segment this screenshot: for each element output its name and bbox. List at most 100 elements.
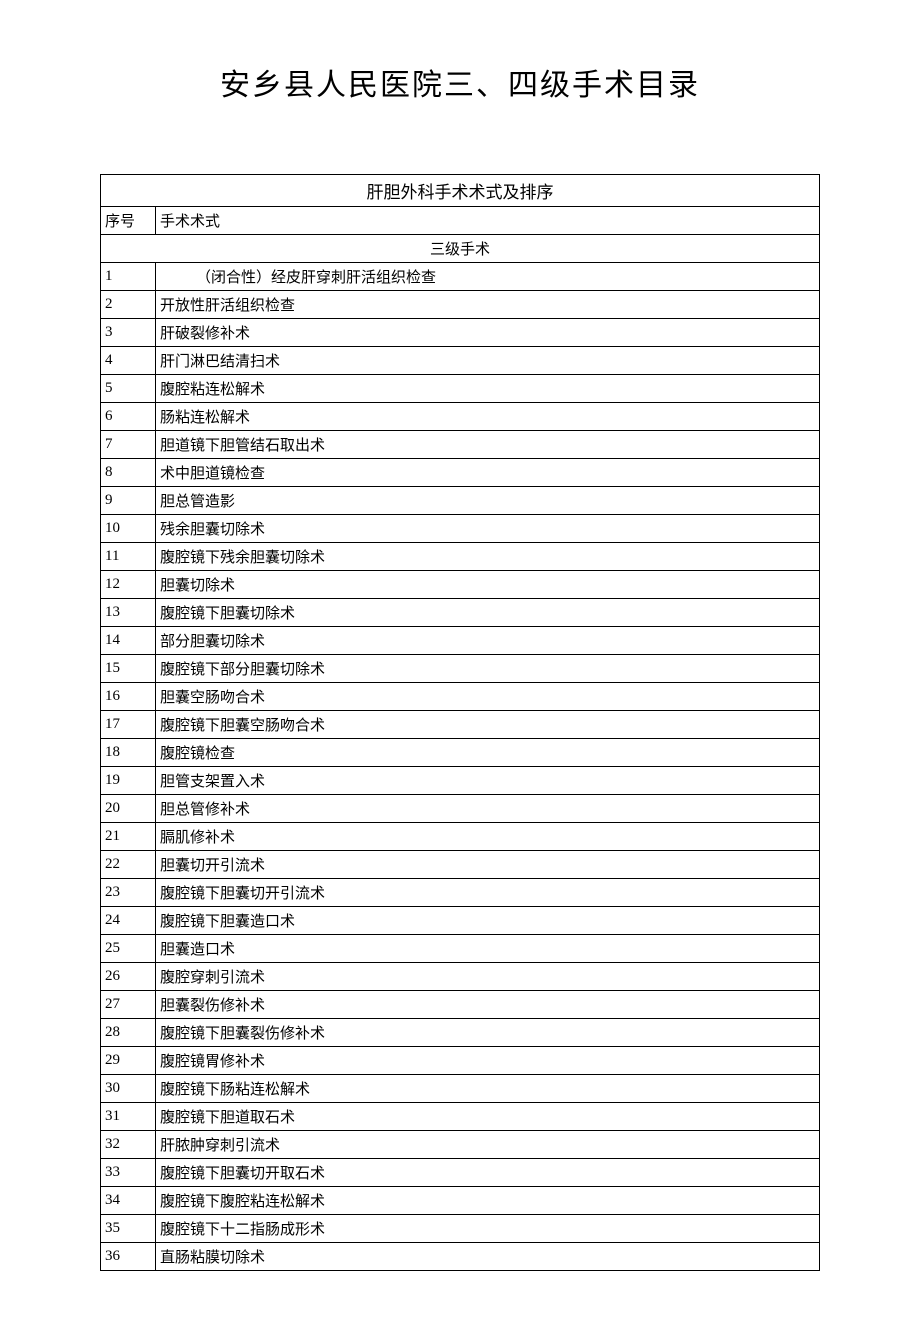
table-row: 18腹腔镜检查 <box>101 739 820 767</box>
table-header-row: 肝胆外科手术术式及排序 <box>101 175 820 207</box>
table-row: 26腹腔穿刺引流术 <box>101 963 820 991</box>
proc-cell: 膈肌修补术 <box>156 823 820 851</box>
proc-cell: 腹腔穿刺引流术 <box>156 963 820 991</box>
proc-cell: 胆囊空肠吻合术 <box>156 683 820 711</box>
seq-cell: 34 <box>101 1187 156 1215</box>
proc-cell: 肝脓肿穿刺引流术 <box>156 1131 820 1159</box>
seq-cell: 14 <box>101 627 156 655</box>
proc-cell: （闭合性）经皮肝穿刺肝活组织检查 <box>156 263 820 291</box>
seq-cell: 29 <box>101 1047 156 1075</box>
table-row: 3肝破裂修补术 <box>101 319 820 347</box>
seq-cell: 1 <box>101 263 156 291</box>
seq-cell: 4 <box>101 347 156 375</box>
seq-cell: 35 <box>101 1215 156 1243</box>
proc-cell: 腹腔镜检查 <box>156 739 820 767</box>
table-row: 33腹腔镜下胆囊切开取石术 <box>101 1159 820 1187</box>
table-row: 9胆总管造影 <box>101 487 820 515</box>
seq-cell: 17 <box>101 711 156 739</box>
table-row: 2开放性肝活组织检查 <box>101 291 820 319</box>
proc-cell: 肝破裂修补术 <box>156 319 820 347</box>
seq-cell: 7 <box>101 431 156 459</box>
seq-cell: 15 <box>101 655 156 683</box>
proc-cell: 腹腔镜下残余胆囊切除术 <box>156 543 820 571</box>
surgery-table: 肝胆外科手术术式及排序 序号 手术术式 三级手术 1（闭合性）经皮肝穿刺肝活组织… <box>100 174 820 1271</box>
section-label: 三级手术 <box>101 235 820 263</box>
seq-cell: 16 <box>101 683 156 711</box>
proc-cell: 部分胆囊切除术 <box>156 627 820 655</box>
seq-cell: 22 <box>101 851 156 879</box>
seq-cell: 23 <box>101 879 156 907</box>
table-row: 17腹腔镜下胆囊空肠吻合术 <box>101 711 820 739</box>
seq-cell: 2 <box>101 291 156 319</box>
table-row: 4肝门淋巴结清扫术 <box>101 347 820 375</box>
proc-cell: 腹腔镜下胆囊空肠吻合术 <box>156 711 820 739</box>
table-row: 11腹腔镜下残余胆囊切除术 <box>101 543 820 571</box>
seq-cell: 28 <box>101 1019 156 1047</box>
table-row: 14部分胆囊切除术 <box>101 627 820 655</box>
proc-cell: 胆囊切开引流术 <box>156 851 820 879</box>
seq-cell: 26 <box>101 963 156 991</box>
proc-cell: 直肠粘膜切除术 <box>156 1243 820 1271</box>
seq-cell: 33 <box>101 1159 156 1187</box>
table-row: 5腹腔粘连松解术 <box>101 375 820 403</box>
proc-cell: 肝门淋巴结清扫术 <box>156 347 820 375</box>
table-row: 28腹腔镜下胆囊裂伤修补术 <box>101 1019 820 1047</box>
proc-cell: 胆总管修补术 <box>156 795 820 823</box>
seq-cell: 21 <box>101 823 156 851</box>
proc-cell: 残余胆囊切除术 <box>156 515 820 543</box>
table-row: 25胆囊造口术 <box>101 935 820 963</box>
table-row: 19胆管支架置入术 <box>101 767 820 795</box>
proc-cell: 胆道镜下胆管结石取出术 <box>156 431 820 459</box>
table-row: 36直肠粘膜切除术 <box>101 1243 820 1271</box>
proc-cell: 腹腔镜下部分胆囊切除术 <box>156 655 820 683</box>
seq-cell: 19 <box>101 767 156 795</box>
table-row: 8术中胆道镜检查 <box>101 459 820 487</box>
col-seq-header: 序号 <box>101 207 156 235</box>
proc-cell: 胆总管造影 <box>156 487 820 515</box>
page-title: 安乡县人民医院三、四级手术目录 <box>100 60 820 104</box>
table-row: 7胆道镜下胆管结石取出术 <box>101 431 820 459</box>
proc-cell: 腹腔镜下胆囊切开引流术 <box>156 879 820 907</box>
table-row: 30腹腔镜下肠粘连松解术 <box>101 1075 820 1103</box>
table-row: 29腹腔镜胃修补术 <box>101 1047 820 1075</box>
column-header-row: 序号 手术术式 <box>101 207 820 235</box>
seq-cell: 36 <box>101 1243 156 1271</box>
seq-cell: 12 <box>101 571 156 599</box>
table-row: 6肠粘连松解术 <box>101 403 820 431</box>
proc-cell: 腹腔镜下腹腔粘连松解术 <box>156 1187 820 1215</box>
proc-cell: 腹腔镜下胆囊造口术 <box>156 907 820 935</box>
table-row: 1（闭合性）经皮肝穿刺肝活组织检查 <box>101 263 820 291</box>
seq-cell: 25 <box>101 935 156 963</box>
table-row: 21膈肌修补术 <box>101 823 820 851</box>
col-proc-header: 手术术式 <box>156 207 820 235</box>
seq-cell: 24 <box>101 907 156 935</box>
seq-cell: 32 <box>101 1131 156 1159</box>
seq-cell: 8 <box>101 459 156 487</box>
table-row: 13腹腔镜下胆囊切除术 <box>101 599 820 627</box>
proc-cell: 胆囊切除术 <box>156 571 820 599</box>
table-row: 10残余胆囊切除术 <box>101 515 820 543</box>
table-row: 32肝脓肿穿刺引流术 <box>101 1131 820 1159</box>
table-row: 20胆总管修补术 <box>101 795 820 823</box>
proc-cell: 胆囊裂伤修补术 <box>156 991 820 1019</box>
proc-cell: 腹腔镜胃修补术 <box>156 1047 820 1075</box>
proc-cell: 肠粘连松解术 <box>156 403 820 431</box>
proc-cell: 开放性肝活组织检查 <box>156 291 820 319</box>
table-row: 23腹腔镜下胆囊切开引流术 <box>101 879 820 907</box>
proc-cell: 腹腔镜下胆囊裂伤修补术 <box>156 1019 820 1047</box>
seq-cell: 13 <box>101 599 156 627</box>
table-row: 16胆囊空肠吻合术 <box>101 683 820 711</box>
seq-cell: 6 <box>101 403 156 431</box>
table-header: 肝胆外科手术术式及排序 <box>101 175 820 207</box>
table-row: 35腹腔镜下十二指肠成形术 <box>101 1215 820 1243</box>
section-row: 三级手术 <box>101 235 820 263</box>
proc-cell: 腹腔粘连松解术 <box>156 375 820 403</box>
seq-cell: 27 <box>101 991 156 1019</box>
seq-cell: 11 <box>101 543 156 571</box>
seq-cell: 9 <box>101 487 156 515</box>
seq-cell: 3 <box>101 319 156 347</box>
table-row: 15腹腔镜下部分胆囊切除术 <box>101 655 820 683</box>
proc-cell: 腹腔镜下胆囊切开取石术 <box>156 1159 820 1187</box>
seq-cell: 30 <box>101 1075 156 1103</box>
proc-cell: 胆囊造口术 <box>156 935 820 963</box>
